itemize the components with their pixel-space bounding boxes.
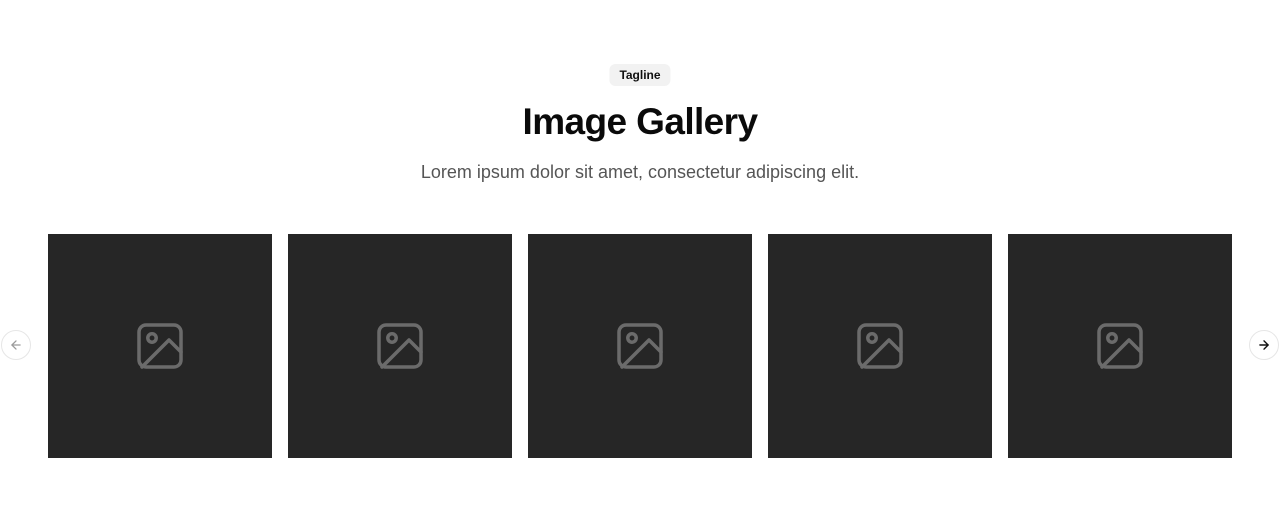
arrow-right-icon: [1259, 340, 1269, 350]
next-button[interactable]: [1249, 330, 1279, 360]
image-gallery-section: Tagline Image Gallery Lorem ipsum dolor …: [0, 0, 1280, 522]
section-subtitle: Lorem ipsum dolor sit amet, consectetur …: [420, 162, 860, 182]
gallery-image[interactable]: [528, 234, 752, 458]
gallery-image[interactable]: [1008, 234, 1232, 458]
previous-button[interactable]: [1, 330, 31, 360]
arrow-left-icon: [11, 340, 21, 350]
gallery-image[interactable]: [288, 234, 512, 458]
image-placeholder-icon: [377, 323, 423, 369]
gallery-image[interactable]: [768, 234, 992, 458]
section-title: Image Gallery: [522, 101, 758, 142]
image-placeholder-icon: [137, 323, 183, 369]
image-placeholder-icon: [617, 323, 663, 369]
image-placeholder-icon: [1097, 323, 1143, 369]
image-placeholder-icon: [857, 323, 903, 369]
gallery-image[interactable]: [48, 234, 272, 458]
tagline-badge: Tagline: [609, 64, 671, 86]
gallery-carousel: [48, 234, 1232, 458]
